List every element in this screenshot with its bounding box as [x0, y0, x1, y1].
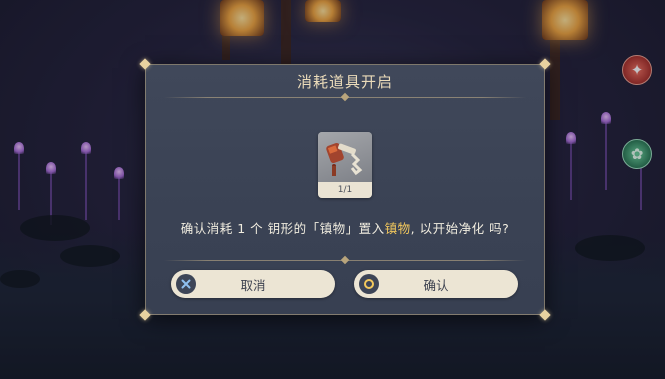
key-item-icon — [318, 132, 372, 182]
corner-ornament — [139, 309, 151, 321]
cross-icon — [176, 274, 196, 294]
dialog-title: 消耗道具开启 — [296, 73, 393, 91]
button-divider — [164, 260, 526, 261]
title-divider — [164, 97, 526, 98]
cancel-label: 取消 — [240, 277, 266, 293]
consume-item-dialog: 消耗道具开启 1/1 确认消耗 1 个 钥形的「镇物」置入镇物, 以开始净化 吗… — [145, 64, 545, 315]
corner-ornament — [539, 309, 551, 321]
corner-ornament — [539, 58, 551, 70]
circle-icon — [359, 274, 379, 294]
item-card[interactable]: 1/1 — [318, 132, 372, 198]
cancel-button[interactable]: 取消 — [171, 270, 335, 298]
item-count: 1/1 — [318, 182, 372, 198]
confirm-message: 确认消耗 1 个 钥形的「镇物」置入镇物, 以开始净化 吗? — [146, 218, 544, 237]
confirm-button[interactable]: 确认 — [354, 270, 518, 298]
message-text-end: , 以开始净化 吗? — [410, 221, 510, 236]
highlighted-item-name: 镇物 — [384, 221, 411, 236]
message-text: 确认消耗 1 个 钥形的「镇物」置入 — [180, 221, 385, 236]
confirm-label: 确认 — [423, 277, 449, 293]
corner-ornament — [139, 58, 151, 70]
